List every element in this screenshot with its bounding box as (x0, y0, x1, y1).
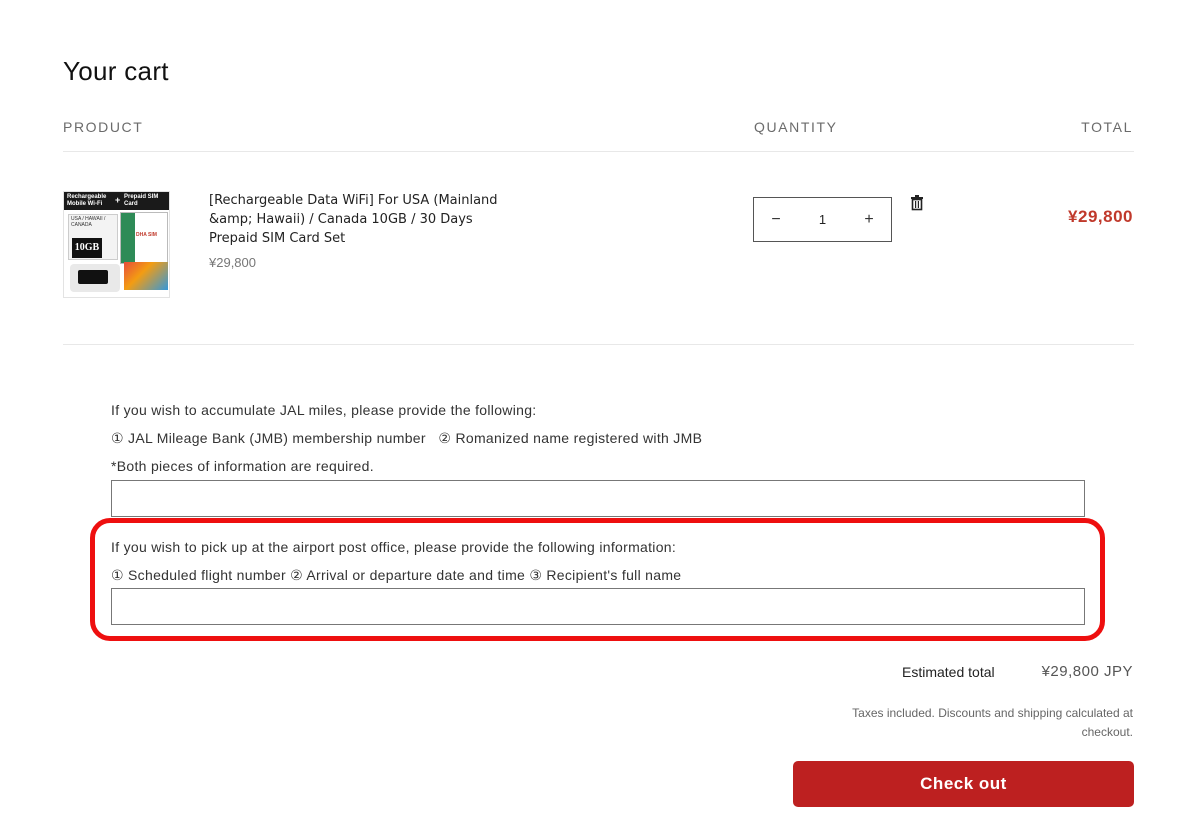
product-image-capacity-text: 10GB (74, 242, 100, 253)
line-total: ¥29,800 (1068, 207, 1133, 226)
product-image-sim-brand: DHA SIM (136, 232, 157, 238)
quantity-stepper: − 1 + (753, 197, 892, 242)
product-image-badge-left: Rechargeable Mobile Wi-Fi (67, 194, 107, 207)
product-image-region: USA / HAWAII / CANADA (71, 216, 106, 228)
quantity-decrease-button[interactable]: − (754, 198, 798, 241)
tax-note: Taxes included. Discounts and shipping c… (852, 706, 1133, 739)
product-title[interactable]: [Rechargeable Data WiFi] For USA (Mainla… (209, 191, 509, 248)
quantity-increase-button[interactable]: + (847, 198, 891, 241)
page-title: Your cart (63, 56, 169, 86)
trash-icon[interactable] (910, 195, 924, 211)
jal-instructions-line2: ① JAL Mileage Bank (JMB) membership numb… (111, 430, 703, 446)
product-image-capacity: 10GB (72, 238, 102, 258)
airport-instructions-line1: If you wish to pick up at the airport po… (111, 539, 677, 555)
airport-pickup-input[interactable] (111, 588, 1085, 625)
quantity-value[interactable]: 1 (798, 198, 847, 241)
checkout-button[interactable]: Check out (793, 761, 1134, 807)
jal-instructions-line3: *Both pieces of information are required… (111, 458, 374, 474)
product-image-sim-stripe (121, 213, 135, 263)
product-image-photo (124, 262, 168, 290)
items-divider (63, 344, 1134, 345)
jal-miles-input[interactable] (111, 480, 1085, 517)
product-image-router-screen (78, 270, 108, 284)
column-header-product: PRODUCT (63, 119, 144, 135)
estimated-total-label: Estimated total (902, 664, 995, 680)
product-image[interactable]: Rechargeable Mobile Wi-Fi + Prepaid SIM … (63, 191, 170, 298)
column-header-total: TOTAL (1081, 119, 1133, 135)
product-image-plus: + (115, 195, 121, 205)
estimated-total-value: ¥29,800 JPY (1041, 663, 1133, 680)
jal-instructions-line1: If you wish to accumulate JAL miles, ple… (111, 402, 537, 418)
airport-instructions-line2: ① Scheduled flight number ② Arrival or d… (111, 567, 682, 583)
product-unit-price: ¥29,800 (209, 255, 256, 270)
column-header-quantity: QUANTITY (754, 119, 838, 135)
product-image-badge-right: Prepaid SIM Card (124, 194, 159, 207)
header-divider (63, 151, 1134, 152)
